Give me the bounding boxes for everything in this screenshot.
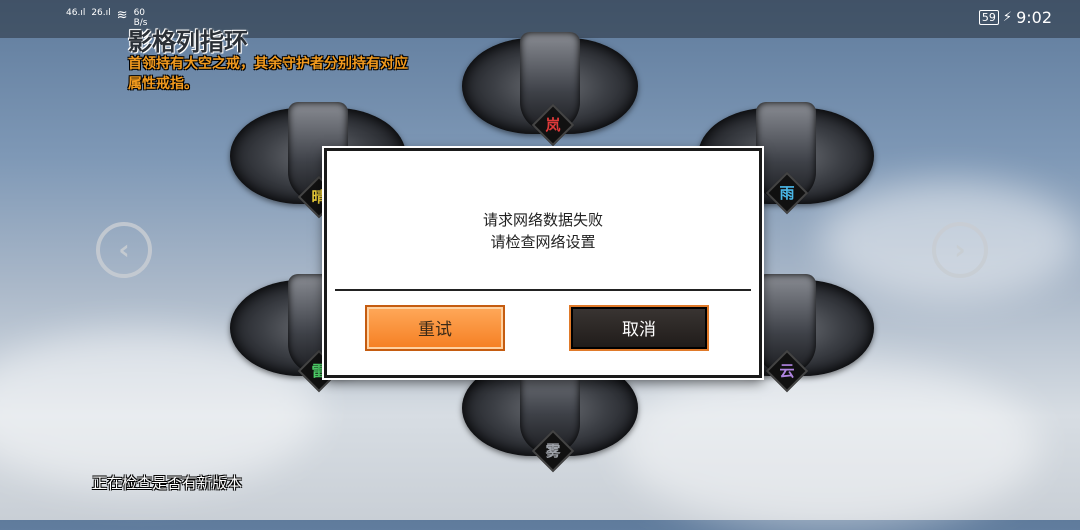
dialog-message: 请求网络数据失败 请检查网络设置 [327,209,759,253]
chevron-right-icon[interactable]: › [932,222,988,278]
signal-2: 26.ıl [91,8,111,18]
page-subtitle: 首领持有大空之戒，其余守护者分别持有对应属性戒指。 [128,56,408,92]
signal-1-label: 46 [66,8,78,18]
ring-name-cloud: 云 [779,362,795,380]
dialog-message-line1: 请求网络数据失败 [482,211,603,229]
charging-icon: ⚡ [1002,10,1013,25]
cloud [620,360,1040,530]
retry-button[interactable]: 重试 [365,305,505,351]
ring-name-storm: 岚 [545,116,561,134]
signal-2-label: 26 [91,8,103,18]
dialog-message-line2: 请检查网络设置 [490,233,596,251]
divider [335,289,751,291]
battery-level: 59 [981,11,996,24]
battery-icon: 59 [978,10,999,25]
update-status-text: 正在检查是否有新版本 [92,474,243,492]
network-error-dialog: 请求网络数据失败 请检查网络设置 重试 取消 [324,148,762,378]
chevron-left-icon[interactable]: ‹ [96,222,152,278]
signal-1: 46.ıl [66,8,86,18]
ring-name-mist: 雾 [545,442,561,460]
net-speed-value: 60 [133,8,146,18]
wifi-icon: ≋ [116,8,128,23]
page-title: 影格列指环 [128,28,248,56]
clock: 9:02 [1016,8,1052,27]
cancel-button[interactable]: 取消 [569,305,709,351]
status-right: 59 ⚡ 9:02 [978,8,1052,27]
ring-name-rain: 雨 [779,184,795,202]
